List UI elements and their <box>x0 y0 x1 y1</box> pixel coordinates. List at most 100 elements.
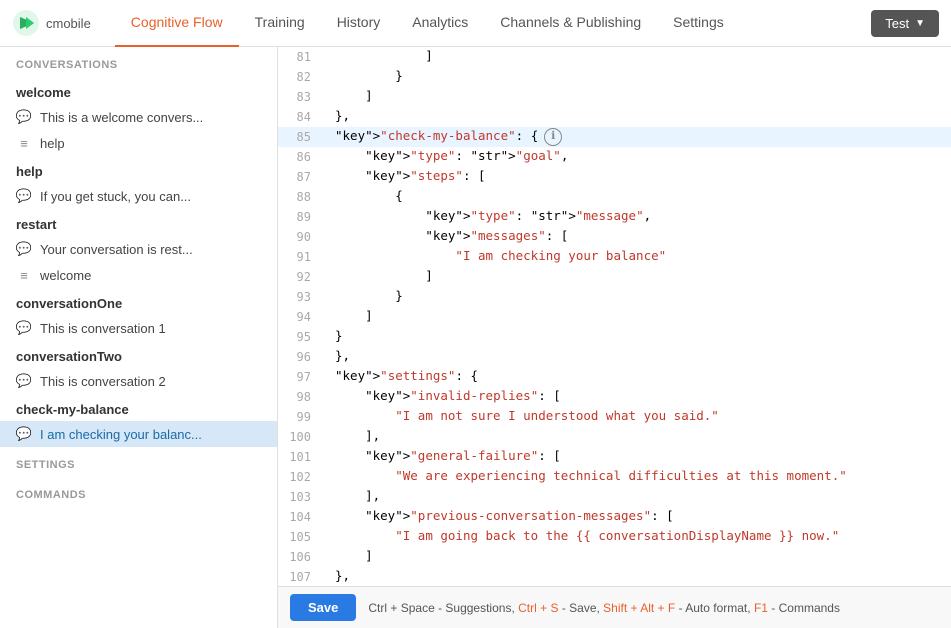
code-line-85: 85"key">"check-my-balance": {ℹ <box>278 127 951 147</box>
code-line-95: 95} <box>278 327 951 347</box>
test-button[interactable]: Test ▼ <box>871 10 939 37</box>
line-content: ] <box>331 307 951 326</box>
line-content: }, <box>331 347 951 366</box>
code-line-84: 84}, <box>278 107 951 127</box>
chat-icon: 💬 <box>16 373 32 389</box>
code-line-97: 97 "key">"settings": { <box>278 367 951 387</box>
line-number: 100 <box>278 427 323 446</box>
code-line-106: 106 ] <box>278 547 951 567</box>
line-content: "I am going back to the {{ conversationD… <box>331 527 951 546</box>
code-line-81: 81 ] <box>278 47 951 67</box>
line-content: "key">"type": "str">"goal", <box>331 147 951 166</box>
save-button[interactable]: Save <box>290 594 356 621</box>
line-number: 96 <box>278 347 323 366</box>
line-content: }, <box>331 107 951 126</box>
code-line-93: 93 } <box>278 287 951 307</box>
sidebar-item-label: If you get stuck, you can... <box>40 189 191 204</box>
nav-analytics[interactable]: Analytics <box>396 0 484 47</box>
line-content: { <box>331 187 951 206</box>
footer-hint: Ctrl + Space - Suggestions, Ctrl + S - S… <box>368 601 840 615</box>
sidebar: CONVERSATIONS welcome 💬 This is a welcom… <box>0 47 278 628</box>
logo: cmobile <box>12 9 91 37</box>
line-content: "I am not sure I understood what you sai… <box>331 407 951 426</box>
line-number: 97 <box>278 367 323 386</box>
code-line-107: 107}, <box>278 567 951 586</box>
code-line-105: 105 "I am going back to the {{ conversat… <box>278 527 951 547</box>
code-line-94: 94 ] <box>278 307 951 327</box>
line-number: 82 <box>278 67 323 86</box>
sidebar-item-help-conv[interactable]: 💬 If you get stuck, you can... <box>0 183 277 209</box>
sidebar-item-restart-conv[interactable]: 💬 Your conversation is rest... <box>0 236 277 262</box>
sidebar-item-label: welcome <box>40 268 91 283</box>
line-content: ] <box>331 47 951 66</box>
line-number: 90 <box>278 227 323 246</box>
code-line-104: 104 "key">"previous-conversation-message… <box>278 507 951 527</box>
line-content: "key">"invalid-replies": [ <box>331 387 951 406</box>
sidebar-item-label: I am checking your balanc... <box>40 427 202 442</box>
line-content: } <box>331 67 951 86</box>
sidebar-item-label: This is conversation 1 <box>40 321 166 336</box>
sidebar-group-conv-one: conversationOne <box>0 288 277 315</box>
sidebar-item-welcome-conv[interactable]: 💬 This is a welcome convers... <box>0 104 277 130</box>
line-content: ] <box>331 87 951 106</box>
code-line-88: 88 { <box>278 187 951 207</box>
editor-area: 81 ]82 }83 ]84},85"key">"check-my-balanc… <box>278 47 951 628</box>
line-number: 95 <box>278 327 323 346</box>
line-number: 93 <box>278 287 323 306</box>
sidebar-item-conv-two[interactable]: 💬 This is conversation 2 <box>0 368 277 394</box>
code-line-86: 86 "key">"type": "str">"goal", <box>278 147 951 167</box>
sidebar-item-conv-one[interactable]: 💬 This is conversation 1 <box>0 315 277 341</box>
sidebar-item-welcome-help[interactable]: ≡ help <box>0 130 277 156</box>
line-content: ], <box>331 427 951 446</box>
sidebar-group-conv-two: conversationTwo <box>0 341 277 368</box>
line-number: 103 <box>278 487 323 506</box>
line-number: 106 <box>278 547 323 566</box>
line-number: 91 <box>278 247 323 266</box>
line-content: "We are experiencing technical difficult… <box>331 467 951 486</box>
sidebar-group-welcome: welcome <box>0 77 277 104</box>
logo-text: cmobile <box>46 16 91 31</box>
header: cmobile Cognitive Flow Training History … <box>0 0 951 47</box>
nav-cognitive-flow[interactable]: Cognitive Flow <box>115 0 239 47</box>
line-number: 102 <box>278 467 323 486</box>
sidebar-item-check-balance[interactable]: 💬 I am checking your balanc... <box>0 421 277 447</box>
line-content: ] <box>331 267 951 286</box>
commands-section-title: COMMANDS <box>0 477 277 507</box>
footer-bar: Save Ctrl + Space - Suggestions, Ctrl + … <box>278 586 951 628</box>
line-content: "I am checking your balance" <box>331 247 951 266</box>
nav-settings[interactable]: Settings <box>657 0 740 47</box>
line-number: 81 <box>278 47 323 66</box>
line-number: 98 <box>278 387 323 406</box>
code-line-96: 96}, <box>278 347 951 367</box>
line-content: "key">"settings": { <box>331 367 951 386</box>
line-number: 105 <box>278 527 323 546</box>
line-number: 86 <box>278 147 323 166</box>
sidebar-item-label: Your conversation is rest... <box>40 242 193 257</box>
nav-history[interactable]: History <box>321 0 397 47</box>
code-line-87: 87 "key">"steps": [ <box>278 167 951 187</box>
line-number: 104 <box>278 507 323 526</box>
line-content: } <box>331 327 951 346</box>
code-line-83: 83 ] <box>278 87 951 107</box>
chat-icon: 💬 <box>16 426 32 442</box>
nav-channels-publishing[interactable]: Channels & Publishing <box>484 0 657 47</box>
sidebar-item-restart-welcome[interactable]: ≡ welcome <box>0 262 277 288</box>
main-content: CONVERSATIONS welcome 💬 This is a welcom… <box>0 47 951 628</box>
sidebar-group-restart: restart <box>0 209 277 236</box>
main-nav: Cognitive Flow Training History Analytic… <box>115 0 871 47</box>
info-icon[interactable]: ℹ <box>544 128 562 146</box>
sidebar-item-label: help <box>40 136 65 151</box>
sidebar-group-help: help <box>0 156 277 183</box>
code-line-91: 91 "I am checking your balance" <box>278 247 951 267</box>
settings-section-title: SETTINGS <box>0 447 277 477</box>
sidebar-group-check-balance: check-my-balance <box>0 394 277 421</box>
code-line-90: 90 "key">"messages": [ <box>278 227 951 247</box>
line-content: "key">"check-my-balance": {ℹ <box>331 127 951 146</box>
line-content: "key">"general-failure": [ <box>331 447 951 466</box>
code-line-101: 101 "key">"general-failure": [ <box>278 447 951 467</box>
line-content: ] <box>331 547 951 566</box>
nav-training[interactable]: Training <box>239 0 321 47</box>
chat-icon: 💬 <box>16 109 32 125</box>
line-number: 88 <box>278 187 323 206</box>
code-editor[interactable]: 81 ]82 }83 ]84},85"key">"check-my-balanc… <box>278 47 951 586</box>
